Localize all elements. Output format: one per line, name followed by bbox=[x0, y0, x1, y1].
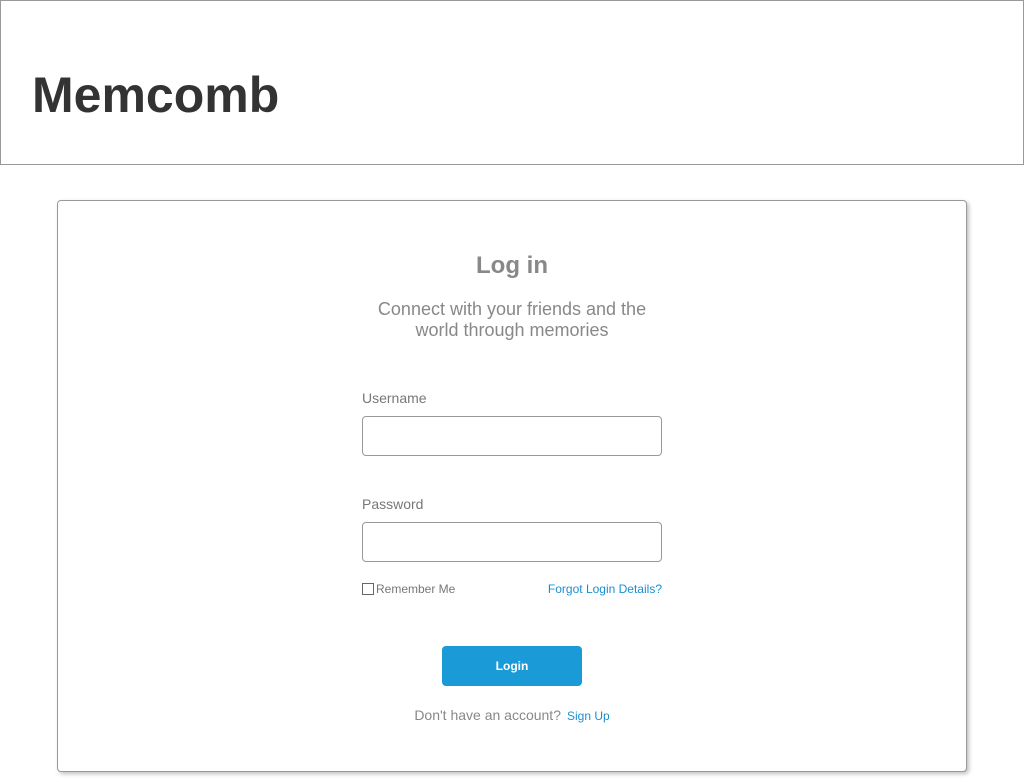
remember-me-toggle[interactable]: Remember Me bbox=[362, 582, 455, 596]
login-button[interactable]: Login bbox=[442, 646, 582, 686]
app-header: Memcomb bbox=[0, 0, 1024, 165]
remember-me-label: Remember Me bbox=[376, 582, 456, 596]
signup-row: Don't have an account? Sign Up bbox=[58, 706, 966, 725]
login-card: Log in Connect with your friends and the… bbox=[57, 200, 967, 772]
no-account-text: Don't have an account? bbox=[414, 707, 561, 723]
app-logo: Memcomb bbox=[32, 67, 280, 123]
password-input[interactable] bbox=[362, 522, 662, 562]
username-input[interactable] bbox=[362, 416, 662, 456]
username-label: Username bbox=[362, 390, 427, 406]
remember-me-checkbox[interactable] bbox=[362, 583, 374, 595]
password-label: Password bbox=[362, 496, 424, 512]
signup-link[interactable]: Sign Up bbox=[567, 709, 610, 723]
login-subtitle: Connect with your friends and the world … bbox=[377, 299, 647, 340]
login-title: Log in bbox=[476, 252, 548, 279]
forgot-login-link[interactable]: Forgot Login Details? bbox=[548, 582, 662, 596]
